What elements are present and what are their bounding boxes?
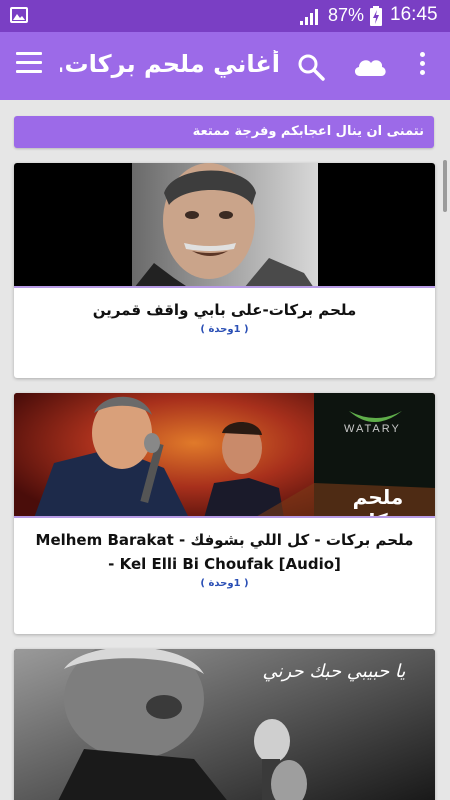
song-card[interactable]: يا حبيبي حبك حرني: [14, 649, 435, 800]
status-bar: 87% 16:45: [0, 0, 450, 32]
thumbnail-lyric: يا حبيبي حبك حرني: [262, 661, 406, 682]
thumbnail-brand: WATARY: [344, 423, 401, 435]
app-bar: أغاني ملحم بركات...: [0, 32, 450, 100]
cloud-icon[interactable]: [352, 52, 388, 80]
signal-icon: [300, 9, 318, 25]
song-thumbnail[interactable]: WATARY ملحم بركات: [14, 393, 435, 518]
song-thumbnail[interactable]: [14, 163, 435, 288]
search-icon[interactable]: [296, 52, 326, 82]
battery-charging-icon: [370, 6, 382, 26]
song-thumbnail[interactable]: يا حبيبي حبك حرني: [14, 649, 435, 800]
page-title: أغاني ملحم بركات...: [60, 50, 280, 78]
unit-count: ( 1وحدة ): [200, 324, 249, 335]
scrollbar[interactable]: [443, 160, 447, 212]
song-card[interactable]: WATARY ملحم بركات ملحم بركات - كل اللي ب…: [14, 393, 435, 634]
thumbnail-name: ملحم بركات: [348, 485, 407, 516]
menu-icon[interactable]: [14, 52, 46, 80]
clock: 16:45: [390, 4, 438, 25]
more-vert-icon[interactable]: [412, 52, 432, 82]
battery-percent: 87%: [328, 5, 365, 25]
welcome-banner: نتمنى ان ينال اعجابكم وفرجة ممتعة: [14, 116, 434, 148]
song-title[interactable]: ملحم بركات - كل اللي بشوفك Melhem Baraka…: [22, 528, 427, 576]
singer-photo: [132, 163, 318, 286]
song-title[interactable]: ملحم بركات-على بابي واقف قمرين: [22, 298, 427, 322]
gallery-icon: [10, 7, 28, 23]
song-card[interactable]: ملحم بركات-على بابي واقف قمرين ( 1وحدة ): [14, 163, 435, 378]
unit-count: ( 1وحدة ): [200, 578, 249, 589]
